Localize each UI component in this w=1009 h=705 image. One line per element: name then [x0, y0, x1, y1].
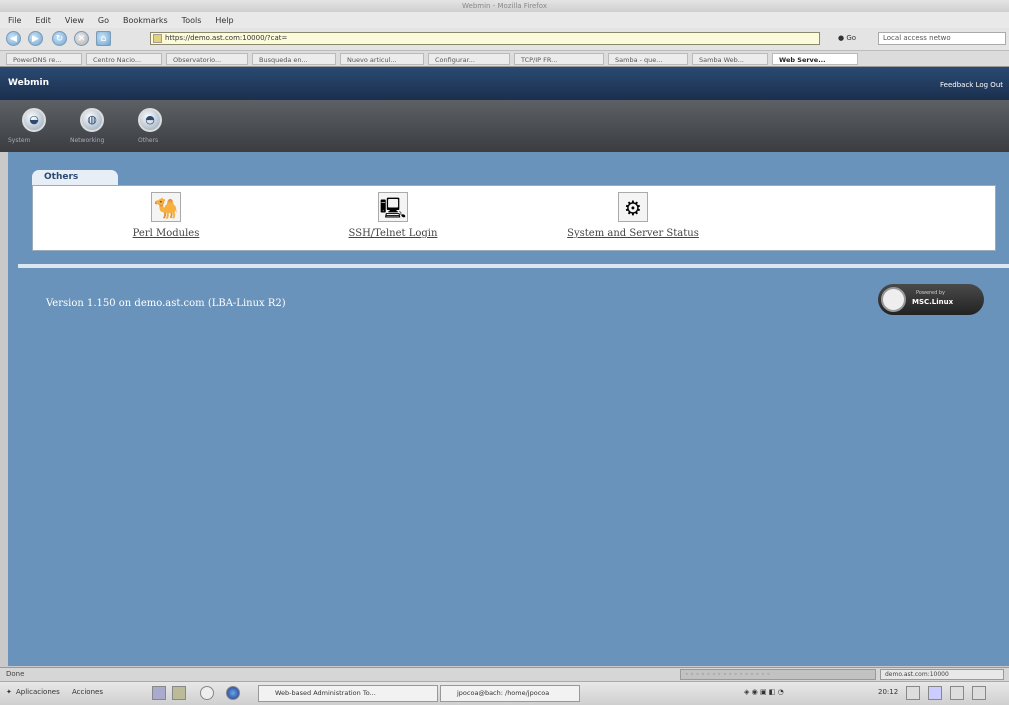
module-ssh-telnet-login[interactable]: 🖳 SSH/Telnet Login — [323, 192, 463, 239]
menu-tools[interactable]: Tools — [182, 16, 202, 25]
menu-bookmarks[interactable]: Bookmarks — [123, 16, 168, 25]
bookmark-item[interactable]: Observatorio... — [166, 52, 248, 65]
clock: 20:12 — [878, 688, 899, 696]
section-tab-others[interactable]: Others — [32, 170, 118, 185]
window-titlebar: Webmin - Mozilla Firefox — [0, 0, 1009, 12]
left-frame — [0, 152, 8, 666]
actions-menu[interactable]: Acciones — [72, 688, 103, 696]
search-input[interactable]: Local access netwo — [878, 32, 1006, 45]
menu-file[interactable]: File — [8, 16, 21, 25]
go-label: Go — [846, 34, 857, 42]
networking-icon[interactable]: ◍ — [80, 108, 104, 132]
terminal-icon[interactable]: 🖳 — [378, 192, 408, 222]
modules-panel: 🐪 Perl Modules 🖳 SSH/Telnet Login ⚙ Syst… — [32, 185, 996, 251]
camel-icon[interactable]: 🐪 — [151, 192, 181, 222]
applications-menu[interactable]: Aplicaciones — [16, 688, 60, 696]
foot-icon[interactable]: ✦ — [6, 688, 12, 696]
workspace-4-icon[interactable] — [972, 686, 986, 700]
bookmark-item[interactable]: Nuevo articul... — [340, 52, 424, 65]
system-icon[interactable]: ◒ — [22, 108, 46, 132]
module-system-server-status[interactable]: ⚙ System and Server Status — [543, 192, 723, 239]
header-links[interactable]: Feedback Log Out — [940, 81, 1003, 89]
url-text: https://demo.ast.com:10000/?cat= — [165, 34, 288, 42]
bookmark-item[interactable]: Samba Web... — [692, 52, 768, 65]
status-text: Done — [6, 670, 25, 678]
badge-main-text: MSC.Linux — [912, 298, 954, 306]
module-link[interactable]: Perl Modules — [91, 228, 241, 239]
bookmark-item[interactable]: Busqueda en... — [252, 52, 336, 65]
tab-web-server-active[interactable]: Web Serve... — [772, 52, 858, 65]
powered-by-badge[interactable]: Powered by MSC.Linux — [878, 284, 984, 315]
stop-icon[interactable]: ✕ — [74, 31, 89, 46]
status-indicators: ◦ ◦ ◦ ◦ ◦ ◦ ◦ ◦ ◦ ◦ ◦ ◦ ◦ ◦ ◦ ◦ — [680, 669, 876, 680]
menu-view[interactable]: View — [65, 16, 84, 25]
module-link[interactable]: SSH/Telnet Login — [323, 228, 463, 239]
status-bar: Done ◦ ◦ ◦ ◦ ◦ ◦ ◦ ◦ ◦ ◦ ◦ ◦ ◦ ◦ ◦ ◦ dem… — [0, 667, 1009, 681]
bookmark-item[interactable]: PowerDNS re... — [6, 52, 82, 65]
taskbar-window-terminal[interactable]: jpocoa@bach: /home/jpocoa — [440, 685, 580, 702]
reload-icon[interactable]: ↻ — [52, 31, 67, 46]
url-bar[interactable]: https://demo.ast.com:10000/?cat= — [150, 32, 820, 45]
forward-icon[interactable]: ▶ — [28, 31, 43, 46]
webmin-header: Webmin Feedback Log Out — [0, 67, 1009, 100]
desktop-taskbar: ✦ Aplicaciones Acciones Web-based Admini… — [0, 681, 1009, 705]
webmin-logo: Webmin — [8, 78, 50, 88]
bookmark-item[interactable]: Configurar... — [428, 52, 510, 65]
category-label: System — [8, 137, 31, 144]
workspace-3-icon[interactable] — [950, 686, 964, 700]
status-host: demo.ast.com:10000 — [880, 669, 1004, 680]
bookmark-item[interactable]: Samba - que... — [608, 52, 688, 65]
mail-launcher-icon[interactable] — [200, 686, 214, 700]
taskbar-window-browser[interactable]: Web-based Administration To... — [258, 685, 438, 702]
navigation-toolbar: ◀ ▶ ↻ ✕ ⌂ https://demo.ast.com:10000/?ca… — [0, 28, 1009, 51]
browser-launcher-icon[interactable] — [226, 686, 240, 700]
module-perl-modules[interactable]: 🐪 Perl Modules — [91, 192, 241, 239]
category-label: Networking — [70, 137, 105, 144]
badge-small-text: Powered by — [916, 290, 945, 296]
terminal-launcher-icon[interactable] — [152, 686, 166, 700]
back-icon[interactable]: ◀ — [6, 31, 21, 46]
menu-go[interactable]: Go — [98, 16, 109, 25]
category-label: Others — [138, 137, 159, 144]
editor-launcher-icon[interactable] — [172, 686, 186, 700]
module-link[interactable]: System and Server Status — [543, 228, 723, 239]
bookmark-item[interactable]: Centro Nacio... — [86, 52, 162, 65]
others-icon[interactable]: ◓ — [138, 108, 162, 132]
menu-bar: File Edit View Go Bookmarks Tools Help — [0, 12, 1009, 28]
penguin-icon — [881, 287, 906, 312]
bookmark-item[interactable]: TCP/IP FR... — [514, 52, 604, 65]
workspace-1-icon[interactable] — [906, 686, 920, 700]
workspace-2-icon[interactable] — [928, 686, 942, 700]
category-bar: ◒ System ◍ Networking ◓ Others — [0, 100, 1009, 152]
home-icon[interactable]: ⌂ — [96, 31, 111, 46]
menu-help[interactable]: Help — [215, 16, 233, 25]
divider — [18, 264, 1009, 268]
status-icon[interactable]: ⚙ — [618, 192, 648, 222]
bookmarks-toolbar: PowerDNS re... Centro Nacio... Observato… — [0, 51, 1009, 67]
tray-icons[interactable]: ◈ ◉ ▣ ◧ ◔ — [744, 688, 784, 696]
version-info: Version 1.150 on demo.ast.com (LBA-Linux… — [46, 298, 286, 309]
menu-edit[interactable]: Edit — [35, 16, 51, 25]
padlock-icon — [153, 34, 162, 43]
go-button[interactable]: ● Go — [838, 32, 856, 45]
